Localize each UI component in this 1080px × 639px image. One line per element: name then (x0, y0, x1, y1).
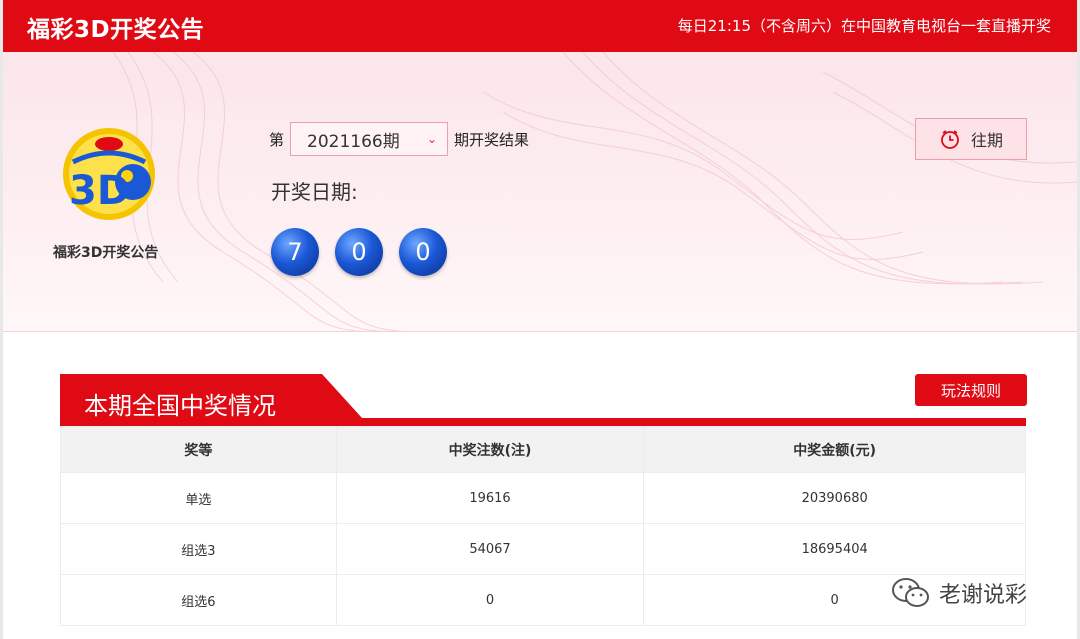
logo-caption: 福彩3D开奖公告 (53, 245, 159, 261)
issue-select[interactable]: 2021166期 ⌄ (290, 122, 449, 156)
issue-prefix: 第 (269, 130, 285, 149)
section-underline (60, 418, 1026, 426)
page: 福彩3D开奖公告 每日21:15（不含周六）在中国教育电视台一套直播开奖 3D … (0, 0, 1080, 639)
rules-button[interactable]: 玩法规则 (915, 374, 1027, 406)
table-row: 组选3 54067 18695404 (60, 523, 1026, 575)
top-header-bar: 福彩3D开奖公告 每日21:15（不含周六）在中国教育电视台一套直播开奖 (3, 0, 1077, 52)
header-title: 福彩3D开奖公告 (27, 17, 205, 43)
prize-table: 奖等 中奖注数(注) 中奖金额(元) 单选 19616 20390680 组选3… (60, 426, 1026, 626)
background-wave-decoration (112, 52, 1077, 331)
winning-count-cell: 19616 (335, 472, 645, 524)
prize-amount-cell: 20390680 (643, 472, 1026, 524)
prize-level-cell: 组选6 (60, 574, 337, 626)
svg-text:3D: 3D (69, 168, 130, 214)
watermark-text: 老谢说彩 (939, 583, 1028, 608)
prize-level-cell: 组选3 (60, 523, 337, 575)
table-row: 组选6 0 0 (60, 574, 1026, 626)
issue-suffix: 期开奖结果 (454, 130, 530, 149)
clock-icon (941, 130, 959, 149)
broadcast-notice: 每日21:15（不含周六）在中国教育电视台一套直播开奖 (677, 17, 1051, 35)
draw-result-panel: 3D 福彩3D开奖公告 第 2021166期 ⌄ 期开奖结果 开奖日期: 7 0… (3, 52, 1077, 332)
number-ball: 0 (335, 228, 383, 276)
wechat-icon (892, 578, 929, 607)
issue-select-value: 2021166期 (307, 131, 400, 152)
column-header-prize-amount: 中奖金额(元) (643, 426, 1026, 473)
table-row: 单选 19616 20390680 (60, 472, 1026, 524)
issue-selector-row: 第 2021166期 ⌄ 期开奖结果 (269, 122, 529, 156)
number-ball: 7 (271, 228, 319, 276)
history-button-label: 往期 (970, 131, 1003, 150)
winning-count-cell: 0 (335, 574, 645, 626)
history-button[interactable]: 往期 (915, 118, 1027, 160)
number-ball: 0 (399, 228, 447, 276)
prize-level-cell: 单选 (60, 472, 337, 524)
column-header-winning-count: 中奖注数(注) (335, 426, 645, 473)
watermark: 老谢说彩 (891, 576, 1027, 610)
winning-count-cell: 54067 (335, 523, 645, 575)
section-title: 本期全国中奖情况 (84, 392, 276, 420)
section-header: 本期全国中奖情况 (60, 374, 1026, 426)
chevron-down-icon: ⌄ (426, 132, 438, 146)
winning-numbers: 7 0 0 (271, 228, 447, 276)
prize-amount-cell: 18695404 (643, 523, 1026, 575)
fucai-3d-logo-icon: 3D (63, 128, 155, 220)
draw-date-label: 开奖日期: (271, 180, 358, 204)
table-header-row: 奖等 中奖注数(注) 中奖金额(元) (60, 426, 1026, 473)
column-header-prize-level: 奖等 (60, 426, 337, 473)
